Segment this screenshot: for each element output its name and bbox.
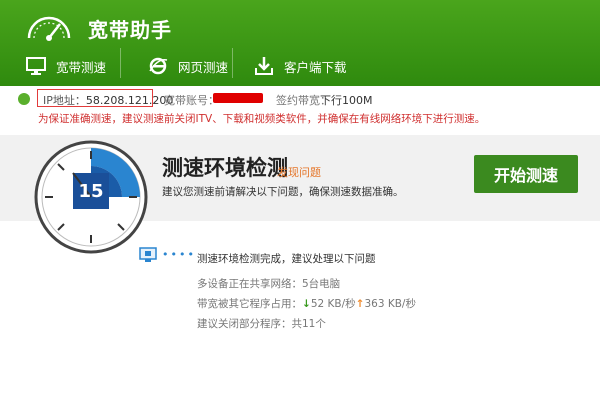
monitor-icon xyxy=(26,57,46,75)
connection-info-bar: IP地址：58.208.121.200 宽带账号： 签约带宽： 下行100M 为… xyxy=(0,86,600,130)
ip-value: 58.208.121.200 xyxy=(85,94,174,107)
status-description: 建议您测速前请解决以下问题，确保测速数据准确。 xyxy=(162,186,404,198)
down-arrow-icon: ↓ xyxy=(302,298,311,310)
tab-web-speedtest[interactable]: 网页测速 xyxy=(148,46,228,86)
detail-close-programs: 建议关闭部分程序：共11个 xyxy=(197,318,326,330)
detail-bandwidth-usage: 带宽被其它程序占用：↓52 KB/秒↑363 KB/秒 xyxy=(197,296,416,311)
start-speedtest-button[interactable]: 开始测速 xyxy=(474,155,578,193)
plan-value: 下行100M xyxy=(320,94,373,107)
account-label: 宽带账号： xyxy=(164,94,219,107)
app-header: 宽带助手 宽带测速 网页测速 客户端下载 xyxy=(0,0,600,86)
down-speed: 52 KB/秒 xyxy=(310,298,356,310)
status-title: 测速环境检测 xyxy=(162,156,288,180)
download-icon xyxy=(255,57,273,75)
tab-label: 宽带测速 xyxy=(56,59,107,75)
tab-label: 网页测速 xyxy=(178,59,229,75)
tab-broadband-speedtest[interactable]: 宽带测速 xyxy=(26,46,106,86)
tab-divider xyxy=(120,48,121,78)
account-redaction xyxy=(213,93,263,103)
progress-dots: •••• xyxy=(162,248,196,261)
tab-divider xyxy=(232,48,233,78)
monitor-lock-icon xyxy=(139,247,157,262)
warning-text: 为保证准确测速，建议测速前关闭ITV、下载和视频类软件，并确保在有线网络环境下进… xyxy=(38,113,486,125)
main-tabs: 宽带测速 网页测速 客户端下载 xyxy=(0,46,600,86)
bandwidth-label: 带宽被其它程序占用： xyxy=(197,298,302,310)
speed-gauge: 15 xyxy=(34,140,148,254)
ip-address: IP地址：58.208.121.200 xyxy=(43,92,173,108)
tab-client-download[interactable]: 客户端下载 xyxy=(254,46,347,86)
speedometer-logo-icon xyxy=(27,16,71,41)
ip-label: IP地址： xyxy=(43,94,86,107)
user-icon xyxy=(18,93,30,105)
ie-browser-icon xyxy=(149,57,168,75)
detail-shared-devices: 多设备正在共享网络：5台电脑 xyxy=(197,278,341,290)
tab-label: 客户端下载 xyxy=(284,59,347,75)
app-title: 宽带助手 xyxy=(88,18,172,42)
status-badge[interactable]: 发现问题 xyxy=(277,164,321,180)
gauge-value: 15 xyxy=(78,181,103,202)
detail-heading: 测速环境检测完成，建议处理以下问题 xyxy=(197,253,376,265)
up-speed: 363 KB/秒 xyxy=(364,298,416,310)
